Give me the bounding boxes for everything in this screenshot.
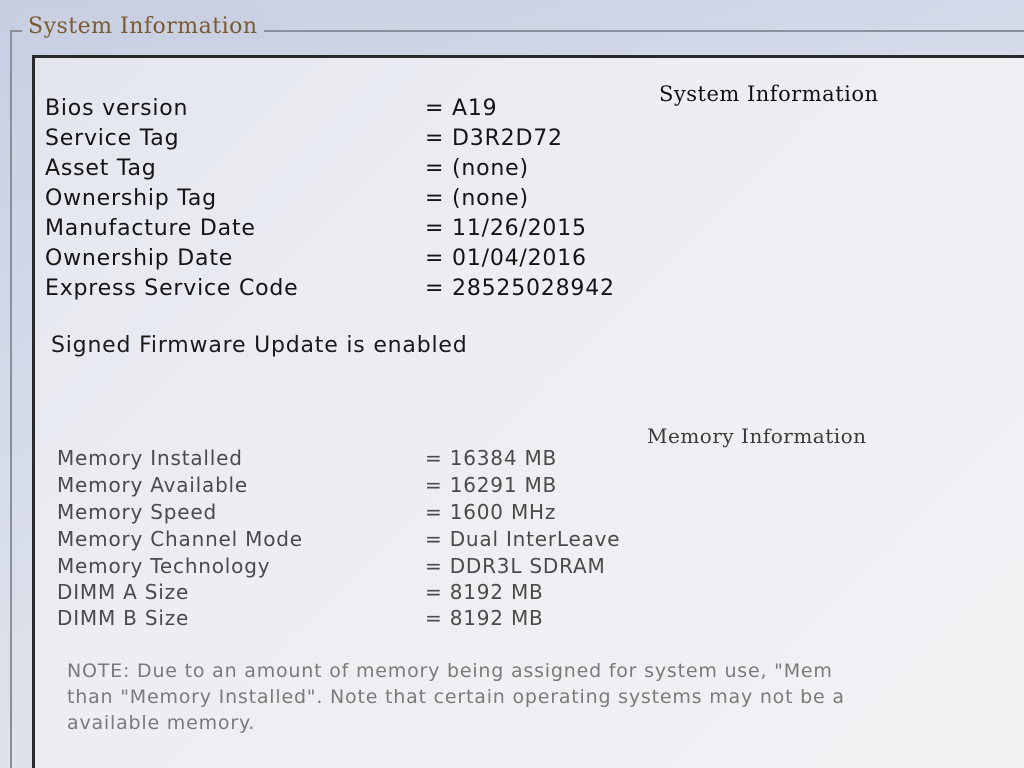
- row-value: = Dual InterLeave: [425, 527, 621, 551]
- row-label: Manufacture Date: [45, 216, 256, 241]
- note-line: than "Memory Installed". Note that certa…: [67, 686, 845, 708]
- row-label: DIMM B Size: [57, 606, 190, 630]
- row-value: = 28525028942: [425, 276, 615, 301]
- memory-row-dimm-b-size: DIMM B Size = 8192 MB: [35, 606, 1015, 634]
- memory-row-available: Memory Available = 16291 MB: [35, 473, 1015, 501]
- row-value: = (none): [425, 186, 529, 211]
- info-row-express-service-code: Express Service Code = 28525028942: [35, 276, 1015, 304]
- row-value: = 8192 MB: [425, 580, 544, 604]
- info-row-ownership-tag: Ownership Tag = (none): [35, 186, 1015, 214]
- row-label: DIMM A Size: [57, 580, 190, 604]
- row-label: Bios version: [45, 96, 189, 121]
- row-value: = DDR3L SDRAM: [425, 554, 606, 578]
- groupbox-border-left: [10, 30, 12, 768]
- row-label: Memory Available: [57, 473, 249, 497]
- row-label: Ownership Date: [45, 246, 234, 271]
- row-value: = 01/04/2016: [425, 246, 587, 271]
- row-value: = 16384 MB: [425, 446, 558, 470]
- row-label: Memory Channel Mode: [57, 527, 303, 551]
- info-row-manufacture-date: Manufacture Date = 11/26/2015: [35, 216, 1015, 244]
- row-label: Memory Technology: [57, 554, 271, 578]
- note-line: available memory.: [67, 712, 256, 734]
- info-row-asset-tag: Asset Tag = (none): [35, 156, 1015, 184]
- row-value: = 11/26/2015: [425, 216, 587, 241]
- info-row-service-tag: Service Tag = D3R2D72: [35, 126, 1015, 154]
- row-label: Ownership Tag: [45, 186, 217, 211]
- row-value: = 8192 MB: [425, 606, 544, 630]
- row-value: = 16291 MB: [425, 473, 558, 497]
- row-value: = 1600 MHz: [425, 500, 557, 524]
- groupbox-title: System Information: [22, 14, 264, 39]
- memory-row-channel-mode: Memory Channel Mode = Dual InterLeave: [35, 527, 1015, 555]
- row-value: = (none): [425, 156, 529, 181]
- firmware-update-status: Signed Firmware Update is enabled: [51, 333, 468, 358]
- row-value: = D3R2D72: [425, 126, 563, 151]
- bios-screen: System Information System Information Bi…: [0, 0, 1024, 768]
- row-value: = A19: [425, 96, 498, 121]
- memory-row-dimm-a-size: DIMM A Size = 8192 MB: [35, 580, 1015, 608]
- row-label: Express Service Code: [45, 276, 299, 301]
- memory-row-installed: Memory Installed = 16384 MB: [35, 446, 1015, 474]
- memory-row-technology: Memory Technology = DDR3L SDRAM: [35, 554, 1015, 582]
- info-panel: System Information Bios version = A19 Se…: [32, 55, 1024, 768]
- row-label: Service Tag: [45, 126, 180, 151]
- row-label: Memory Speed: [57, 500, 217, 524]
- row-label: Memory Installed: [57, 446, 243, 470]
- row-label: Asset Tag: [45, 156, 157, 181]
- memory-info-heading: Memory Information: [647, 424, 867, 448]
- info-row-bios-version: Bios version = A19: [35, 96, 1015, 124]
- info-row-ownership-date: Ownership Date = 01/04/2016: [35, 246, 1015, 274]
- memory-note: NOTE: Due to an amount of memory being a…: [67, 658, 1024, 736]
- note-line: NOTE: Due to an amount of memory being a…: [67, 660, 833, 682]
- memory-row-speed: Memory Speed = 1600 MHz: [35, 500, 1015, 528]
